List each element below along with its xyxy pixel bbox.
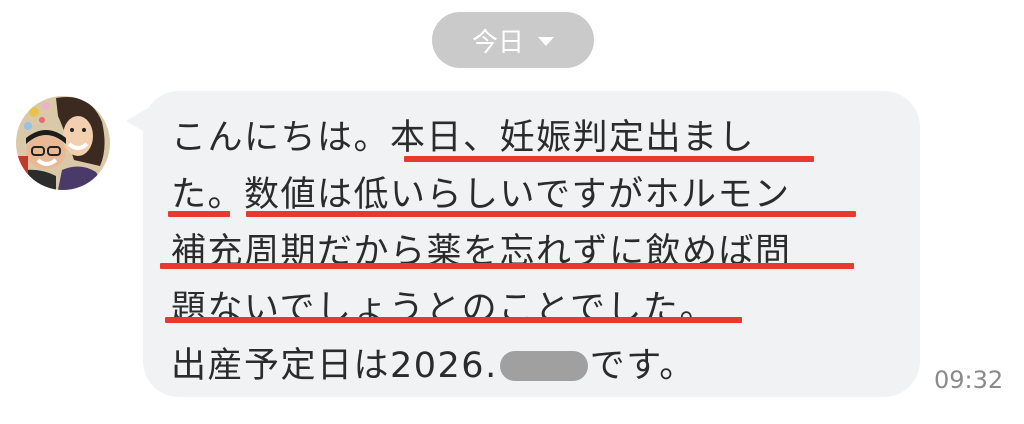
- date-divider-label: 今日: [471, 27, 524, 58]
- highlight-underline-3: [160, 263, 854, 269]
- date-divider-button[interactable]: 今日: [432, 12, 594, 68]
- message-text: こんにちは。本日、妊娠判定出まし た。数値は低いらしいですがホルモン 補充周期だ…: [171, 110, 891, 395]
- highlight-underline-1: [404, 156, 814, 162]
- message-timestamp: 09:32: [934, 366, 1004, 394]
- highlight-underline-4: [165, 317, 742, 323]
- redacted-date-block: [499, 351, 588, 381]
- message-line-3: 補充周期だから薬を忘れずに飲めば問: [171, 232, 792, 272]
- message-line-4: 題ないでしょうとのことでした。: [171, 289, 717, 329]
- highlight-underline-2a: [168, 211, 230, 217]
- avatar[interactable]: [16, 96, 110, 190]
- highlight-underline-2b: [246, 211, 856, 217]
- due-date-suffix: です。: [589, 346, 696, 386]
- avatar-illustration: [16, 96, 110, 190]
- due-date-prefix: 出産予定日は2026.: [171, 346, 498, 386]
- message-line-5: 出産予定日は2026. です。: [171, 338, 891, 395]
- chevron-down-icon: [538, 37, 554, 46]
